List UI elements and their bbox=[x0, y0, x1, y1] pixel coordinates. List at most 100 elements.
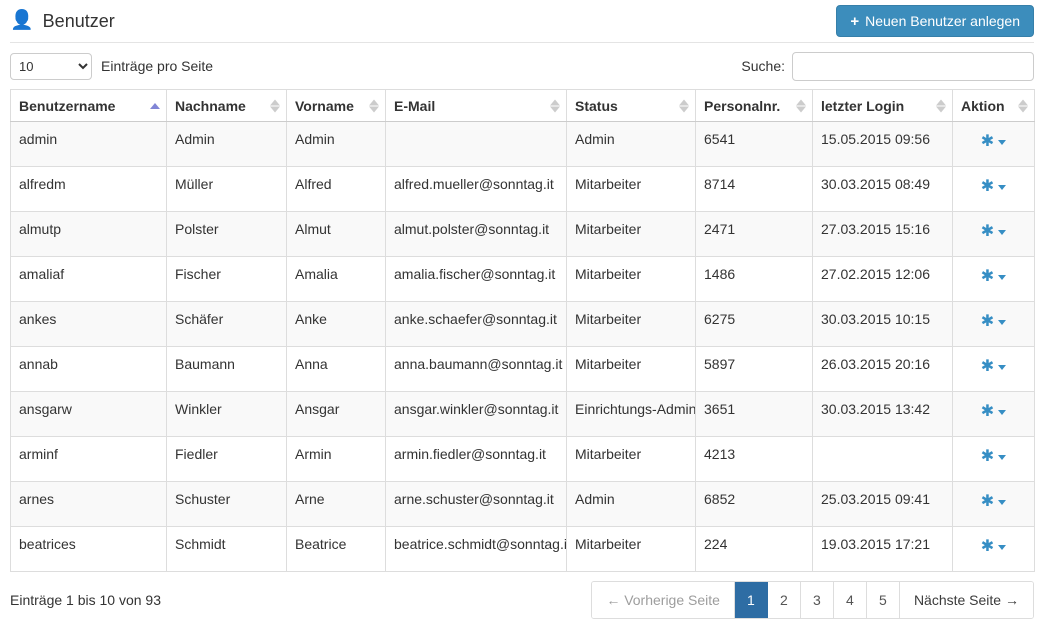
asterisk-icon: ✱ bbox=[981, 134, 994, 150]
cell-status: Mitarbeiter bbox=[567, 302, 696, 347]
cell-email bbox=[386, 122, 567, 167]
cell-status: Admin bbox=[567, 482, 696, 527]
cell-aktion: ✱ bbox=[953, 122, 1035, 167]
user-icon: 👤 bbox=[10, 11, 34, 30]
cell-benutzername: amaliaf bbox=[11, 257, 167, 302]
table-controls: 10 Einträge pro Seite Suche: bbox=[10, 43, 1034, 89]
table-row: amaliafFischerAmaliaamalia.fischer@sonnt… bbox=[11, 257, 1035, 302]
row-action-dropdown-button[interactable]: ✱ bbox=[981, 314, 1006, 330]
row-action-dropdown-button[interactable]: ✱ bbox=[981, 224, 1006, 240]
cell-vorname: Ansgar bbox=[287, 392, 386, 437]
caret-down-icon bbox=[998, 500, 1006, 505]
column-header-nachname[interactable]: Nachname bbox=[167, 90, 287, 122]
caret-down-icon bbox=[998, 365, 1006, 370]
page-size-select[interactable]: 10 bbox=[10, 53, 92, 80]
caret-down-icon bbox=[998, 545, 1006, 550]
row-action-dropdown-button[interactable]: ✱ bbox=[981, 134, 1006, 150]
table-row: alfredmMüllerAlfredalfred.mueller@sonnta… bbox=[11, 167, 1035, 212]
cell-benutzername: arnes bbox=[11, 482, 167, 527]
cell-benutzername: admin bbox=[11, 122, 167, 167]
pagination: ← Vorherige Seite12345Nächste Seite → bbox=[591, 581, 1034, 619]
table-row: arminfFiedlerArminarmin.fiedler@sonntag.… bbox=[11, 437, 1035, 482]
previous-page-button[interactable]: ← Vorherige Seite bbox=[592, 582, 735, 618]
cell-benutzername: ansgarw bbox=[11, 392, 167, 437]
title-wrap: 👤 Benutzer bbox=[10, 11, 115, 32]
page-number-button-2[interactable]: 2 bbox=[768, 582, 801, 618]
cell-letzter_login bbox=[813, 437, 953, 482]
row-action-dropdown-button[interactable]: ✱ bbox=[981, 449, 1006, 465]
page-title: Benutzer bbox=[43, 11, 115, 32]
row-action-dropdown-button[interactable]: ✱ bbox=[981, 404, 1006, 420]
page-number-button-1[interactable]: 1 bbox=[735, 582, 768, 618]
caret-down-icon bbox=[998, 230, 1006, 235]
sort-arrows-icon bbox=[369, 99, 379, 112]
table-row: ansgarwWinklerAnsgaransgar.winkler@sonnt… bbox=[11, 392, 1035, 437]
caret-down-icon bbox=[998, 275, 1006, 280]
column-header-aktion[interactable]: Aktion bbox=[953, 90, 1035, 122]
cell-vorname: Anna bbox=[287, 347, 386, 392]
page-number-button-3[interactable]: 3 bbox=[801, 582, 834, 618]
asterisk-icon: ✱ bbox=[981, 539, 994, 555]
row-action-dropdown-button[interactable]: ✱ bbox=[981, 269, 1006, 285]
column-label: Vorname bbox=[295, 98, 354, 114]
cell-aktion: ✱ bbox=[953, 167, 1035, 212]
benutzer-page: 👤 Benutzer + Neuen Benutzer anlegen 10 E… bbox=[0, 0, 1044, 630]
cell-email: alfred.mueller@sonntag.it bbox=[386, 167, 567, 212]
cell-nachname: Schmidt bbox=[167, 527, 287, 572]
column-header-vorname[interactable]: Vorname bbox=[287, 90, 386, 122]
cell-vorname: Anke bbox=[287, 302, 386, 347]
cell-letzter_login: 30.03.2015 08:49 bbox=[813, 167, 953, 212]
cell-status: Mitarbeiter bbox=[567, 437, 696, 482]
cell-nachname: Baumann bbox=[167, 347, 287, 392]
row-action-dropdown-button[interactable]: ✱ bbox=[981, 539, 1006, 555]
cell-benutzername: beatrices bbox=[11, 527, 167, 572]
column-label: letzter Login bbox=[821, 98, 904, 114]
page-size-label: Einträge pro Seite bbox=[101, 58, 213, 74]
cell-nachname: Müller bbox=[167, 167, 287, 212]
caret-down-icon bbox=[998, 455, 1006, 460]
cell-email: ansgar.winkler@sonntag.it bbox=[386, 392, 567, 437]
row-action-dropdown-button[interactable]: ✱ bbox=[981, 494, 1006, 510]
cell-vorname: Admin bbox=[287, 122, 386, 167]
column-header-email[interactable]: E-Mail bbox=[386, 90, 567, 122]
cell-personalnr: 3651 bbox=[696, 392, 813, 437]
cell-benutzername: annab bbox=[11, 347, 167, 392]
row-action-dropdown-button[interactable]: ✱ bbox=[981, 179, 1006, 195]
cell-email: anke.schaefer@sonntag.it bbox=[386, 302, 567, 347]
cell-aktion: ✱ bbox=[953, 392, 1035, 437]
cell-vorname: Beatrice bbox=[287, 527, 386, 572]
column-header-benutzername[interactable]: Benutzername bbox=[11, 90, 167, 122]
new-user-button[interactable]: + Neuen Benutzer anlegen bbox=[836, 5, 1034, 37]
cell-letzter_login: 25.03.2015 09:41 bbox=[813, 482, 953, 527]
column-header-personalnr[interactable]: Personalnr. bbox=[696, 90, 813, 122]
next-page-button[interactable]: Nächste Seite → bbox=[900, 582, 1033, 618]
row-action-dropdown-button[interactable]: ✱ bbox=[981, 359, 1006, 375]
cell-personalnr: 5897 bbox=[696, 347, 813, 392]
search-input[interactable] bbox=[792, 52, 1034, 81]
table-body: adminAdminAdminAdmin654115.05.2015 09:56… bbox=[11, 122, 1035, 572]
cell-nachname: Winkler bbox=[167, 392, 287, 437]
cell-aktion: ✱ bbox=[953, 347, 1035, 392]
asterisk-icon: ✱ bbox=[981, 494, 994, 510]
cell-aktion: ✱ bbox=[953, 527, 1035, 572]
cell-nachname: Polster bbox=[167, 212, 287, 257]
cell-nachname: Schuster bbox=[167, 482, 287, 527]
table-footer: Einträge 1 bis 10 von 93 ← Vorherige Sei… bbox=[10, 581, 1034, 619]
page-number-button-4[interactable]: 4 bbox=[834, 582, 867, 618]
cell-nachname: Fischer bbox=[167, 257, 287, 302]
cell-status: Admin bbox=[567, 122, 696, 167]
cell-aktion: ✱ bbox=[953, 257, 1035, 302]
asterisk-icon: ✱ bbox=[981, 449, 994, 465]
sort-arrows-icon bbox=[679, 99, 689, 112]
column-header-status[interactable]: Status bbox=[567, 90, 696, 122]
entries-info: Einträge 1 bis 10 von 93 bbox=[10, 592, 161, 608]
table-row: beatricesSchmidtBeatricebeatrice.schmidt… bbox=[11, 527, 1035, 572]
table-head: BenutzernameNachname Vorname E-Mail StatusP… bbox=[11, 90, 1035, 122]
table-row: arnesSchusterArnearne.schuster@sonntag.i… bbox=[11, 482, 1035, 527]
page-number-button-5[interactable]: 5 bbox=[867, 582, 900, 618]
column-label: E-Mail bbox=[394, 98, 435, 114]
cell-personalnr: 224 bbox=[696, 527, 813, 572]
cell-personalnr: 6541 bbox=[696, 122, 813, 167]
column-header-letzter_login[interactable]: letzter Login bbox=[813, 90, 953, 122]
page-header: 👤 Benutzer + Neuen Benutzer anlegen bbox=[10, 0, 1034, 43]
